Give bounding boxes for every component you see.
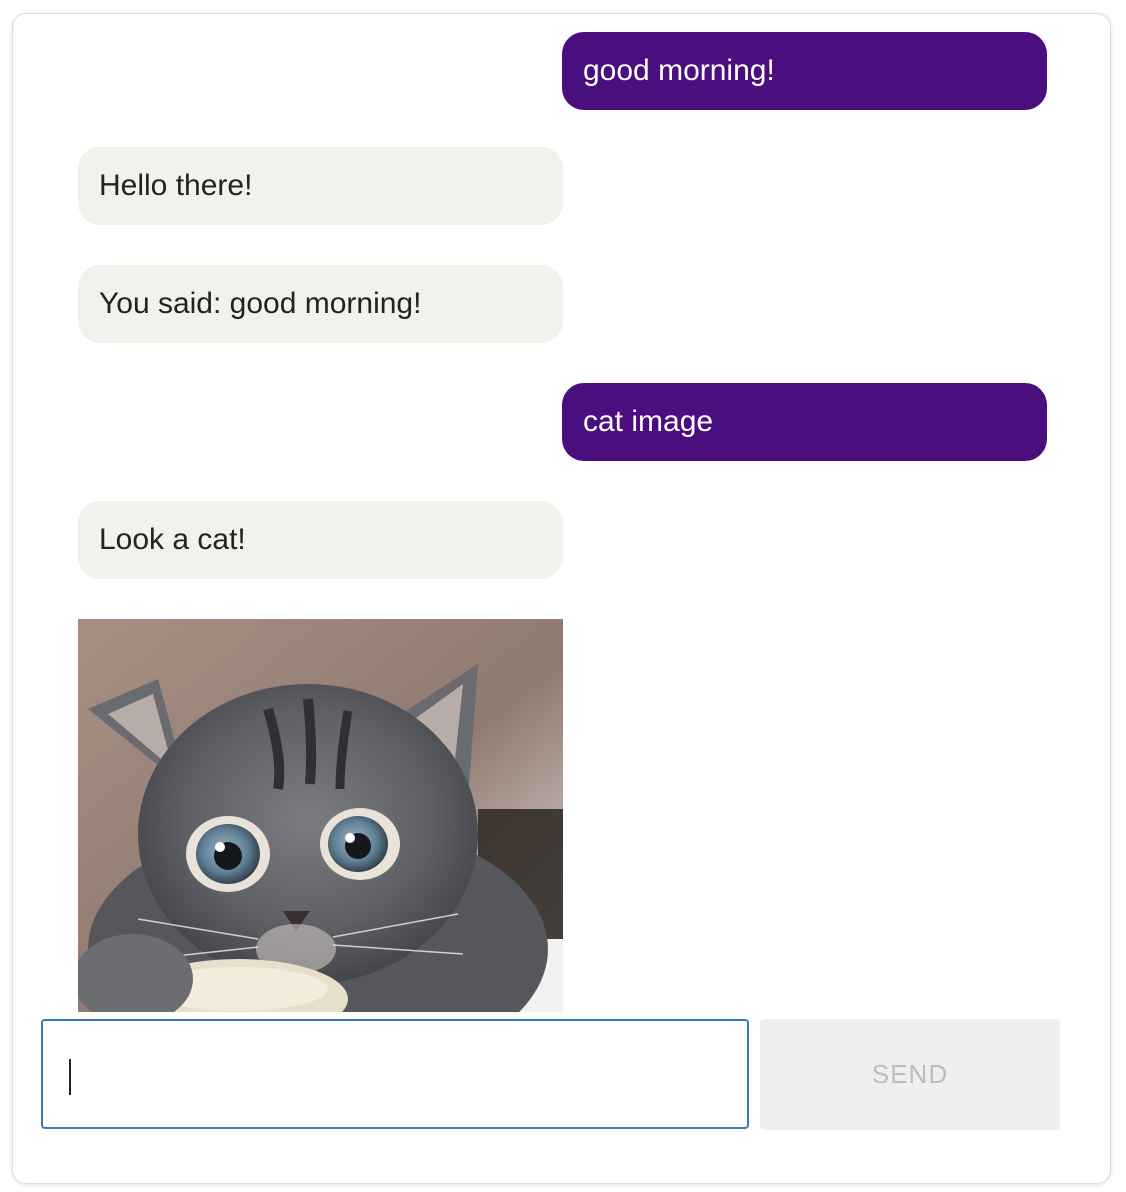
- message-text: Look a cat!: [99, 523, 246, 556]
- user-message: cat image: [562, 383, 1047, 461]
- message-text: You said: good morning!: [99, 287, 422, 320]
- send-button[interactable]: SEND: [760, 1019, 1060, 1130]
- message-text: good morning!: [583, 54, 775, 87]
- bot-message: Look a cat!: [78, 501, 563, 579]
- message-text: cat image: [583, 405, 714, 438]
- kitten-photo: [78, 619, 563, 1012]
- send-button-label: SEND: [871, 1059, 949, 1089]
- bot-message: Hello there!: [78, 147, 563, 225]
- message-text: Hello there!: [99, 169, 253, 202]
- text-caret: [69, 1059, 71, 1095]
- chat-window: good morning! Hello there! You said: goo…: [12, 13, 1111, 1184]
- message-input[interactable]: [41, 1019, 749, 1129]
- bot-message: You said: good morning!: [78, 265, 563, 343]
- user-message: good morning!: [562, 32, 1047, 110]
